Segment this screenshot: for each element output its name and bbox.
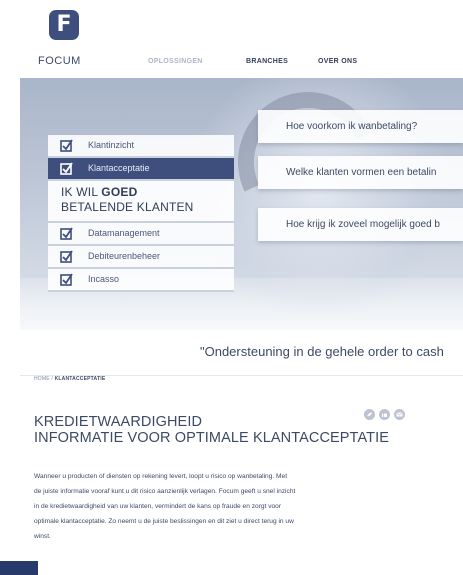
menu-item-label: Klantinzicht — [88, 140, 135, 150]
page-title: KREDIETWAARDIGHEID INFORMATIE VOOR OPTIM… — [34, 414, 389, 446]
checkbox-checked-icon — [60, 250, 73, 263]
question-box-goed-betalen[interactable]: Hoe krijg ik zoveel mogelijk goed b — [258, 208, 463, 241]
menu-item-debiteurenbeheer[interactable]: Debiteurenbeheer — [48, 246, 234, 269]
nav-oplossingen[interactable]: OPLOSSINGEN — [148, 58, 203, 65]
corner-accent — [0, 561, 38, 575]
menu-item-klantacceptatie[interactable]: Klantacceptatie — [48, 158, 234, 181]
menu-item-label: Debiteurenbeheer — [88, 251, 161, 261]
menu-item-incasso[interactable]: Incasso — [48, 269, 234, 292]
headline-bold-text: GOED — [101, 185, 138, 199]
page-title-line2: INFORMATIE VOOR OPTIMALE KLANTACCEPTATIE — [34, 430, 389, 446]
logo-text[interactable]: FOCUM — [38, 55, 81, 67]
focum-logo-icon[interactable]: F — [49, 10, 79, 40]
article-body-line: winst. — [34, 533, 51, 540]
breadcrumb-current: KLANTACCEPTATIE — [54, 376, 106, 382]
question-box-wanbetaling[interactable]: Hoe voorkom ik wanbetaling? — [258, 110, 463, 143]
menu-item-klantinzicht[interactable]: Klantinzicht — [48, 135, 234, 158]
article-body-line: Wanneer u producten of diensten op reken… — [34, 473, 288, 480]
headline-text: IK WIL — [61, 185, 102, 199]
solutions-menu: Klantinzicht Klantacceptatie IK WIL GOED… — [48, 135, 234, 292]
article-body: Wanneer u producten of diensten op reken… — [34, 469, 434, 544]
article-body-line: in de kredietwaardigheid van uw klanten,… — [34, 503, 282, 510]
checkbox-checked-icon — [60, 227, 73, 240]
checkbox-checked-icon — [60, 273, 73, 286]
breadcrumb: HOME / KLANTACCEPTATIE — [34, 376, 105, 382]
site-header: F FOCUM OPLOSSINGEN BRANCHES OVER ONS — [0, 0, 463, 78]
breadcrumb-home-link[interactable]: HOME / — [34, 376, 55, 382]
menu-item-label: Klantacceptatie — [88, 163, 150, 173]
menu-item-label: Datamanagement — [88, 228, 160, 238]
menu-item-label: Incasso — [88, 274, 120, 284]
article-body-line: optimale klantacceptatie. Zo neemt u de … — [34, 518, 294, 525]
share-email-icon[interactable] — [394, 409, 405, 420]
page: F FOCUM OPLOSSINGEN BRANCHES OVER ONS Kl… — [0, 0, 463, 575]
menu-item-datamanagement[interactable]: Datamanagement — [48, 223, 234, 246]
tagline: "Ondersteuning in de gehele order to cas… — [200, 344, 444, 359]
page-title-line1: KREDIETWAARDIGHEID — [34, 414, 203, 430]
nav-branches[interactable]: BRANCHES — [246, 58, 288, 65]
question-box-klanten[interactable]: Welke klanten vormen een betalin — [258, 156, 463, 189]
checkbox-checked-icon — [60, 162, 73, 175]
headline-text-line2: BETALENDE KLANTEN — [61, 200, 194, 214]
share-twitter-icon[interactable] — [364, 409, 375, 420]
menu-headline: IK WIL GOED BETALENDE KLANTEN — [48, 181, 234, 223]
nav-over-ons[interactable]: OVER ONS — [318, 58, 357, 65]
article-body-line: de juiste informatie vooraf kunt u dit r… — [34, 488, 296, 495]
share-linkedin-icon[interactable] — [379, 409, 390, 420]
checkbox-checked-icon — [60, 139, 73, 152]
